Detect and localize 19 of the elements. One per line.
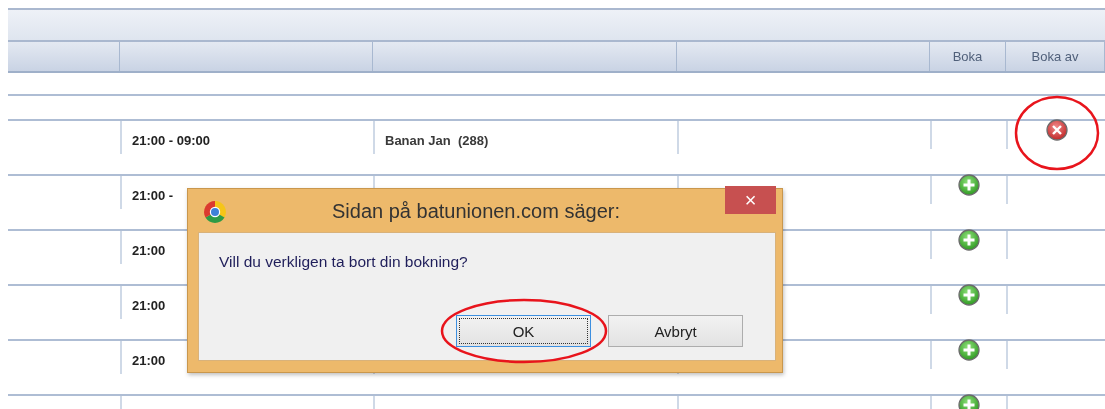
dialog-button[interactable]: OK xyxy=(456,315,591,347)
time-cell-text: 21:00 xyxy=(131,242,166,258)
round-logo-icon xyxy=(203,199,227,224)
dialog-message: Vill du verkligen ta bort din bokning? xyxy=(219,253,469,271)
plus-circle-icon[interactable] xyxy=(958,339,980,361)
dialog-title: Sidan på batunionen.com säger: xyxy=(331,200,621,223)
name-cell-text: Banan Jan (288) xyxy=(384,132,489,148)
plus-circle-icon[interactable] xyxy=(958,174,980,196)
dialog-button[interactable]: Avbryt xyxy=(608,315,743,347)
column-header: Boka av xyxy=(1006,42,1105,71)
remove-circle-icon[interactable] xyxy=(1045,119,1068,141)
column-header: Boka xyxy=(930,42,1006,71)
plus-circle-icon[interactable] xyxy=(958,229,980,251)
time-cell-text: 21:00 xyxy=(131,297,166,313)
time-cell-text: 21:00 - 09:00 xyxy=(131,132,211,148)
close-button[interactable]: × xyxy=(725,185,776,214)
plus-circle-icon[interactable] xyxy=(958,284,980,306)
time-cell-text: 21:00 xyxy=(131,352,166,368)
time-cell-text: 21:00 - xyxy=(131,187,174,203)
